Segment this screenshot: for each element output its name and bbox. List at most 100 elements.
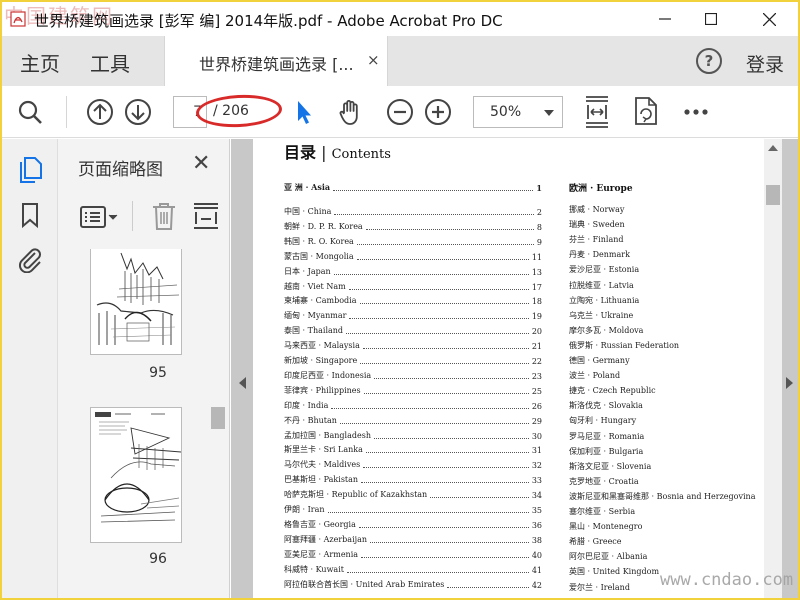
tab-document[interactable]: 世界桥建筑画选录 [... × <box>164 36 388 86</box>
panel-divider <box>132 201 133 231</box>
document-tab-label: 世界桥建筑画选录 [... <box>199 55 354 74</box>
leader-dots <box>356 258 529 260</box>
toc-row: 韩国 · R. O. Korea 9 <box>284 233 542 247</box>
zoom-value: 50% <box>490 104 522 120</box>
toc-row: 泰国 · Thailand 20 <box>284 322 542 336</box>
arrow-up-circle-icon[interactable] <box>86 98 114 126</box>
title-bar: 中国建筑网 世界桥建筑画选录 [彭军 编] 2014年版.pdf - Adobe… <box>2 2 798 36</box>
toc-entry-text: 罗马尼亚 · Romania <box>569 431 645 441</box>
fit-page-icon[interactable] <box>582 95 612 129</box>
leader-dots <box>348 288 529 290</box>
scroll-up-arrow-icon[interactable] <box>768 145 778 151</box>
tab-home[interactable]: 主页 <box>20 48 60 77</box>
toc-entry-text: 格鲁吉亚 · Georgia <box>284 519 356 529</box>
toc-row: 中国 · China 2 <box>284 203 542 217</box>
toc-page-number: 9 <box>536 237 542 247</box>
leader-dots <box>370 541 529 543</box>
leader-dots <box>339 422 529 424</box>
toc-row: 希腊 · Greece <box>569 533 765 547</box>
toc-entry-text: 斯洛文尼亚 · Slovenia <box>569 461 652 471</box>
toc-entry-text: 匈牙利 · Hungary <box>569 416 637 426</box>
leader-dots <box>361 482 529 484</box>
toc-page-number: 33 <box>531 476 542 486</box>
toc-page-number: 21 <box>531 342 542 352</box>
minimize-icon <box>659 18 671 20</box>
toc-row: 罗马尼亚 · Romania <box>569 428 765 442</box>
thumbnails-panel: 页面缩略图 ✕ 95 96 <box>58 139 230 598</box>
leader-dots <box>374 437 529 439</box>
close-window-button[interactable] <box>746 2 792 36</box>
toc-row: 马尔代夫 · Maldives 32 <box>284 456 542 470</box>
plus-circle-icon[interactable] <box>424 98 452 126</box>
acrobat-icon <box>10 11 26 27</box>
toc-page-number: 34 <box>531 491 542 501</box>
toc-entry-text: 挪威 · Norway <box>569 205 625 214</box>
help-button[interactable]: ? <box>696 48 722 74</box>
toc-row: 波斯尼亚和黑塞哥维那 · Bosnia and Herzegovina <box>569 488 765 502</box>
toc-row: 波兰 · Poland <box>569 367 765 381</box>
thumbnail-image <box>95 412 181 523</box>
bookmark-icon[interactable] <box>16 201 44 229</box>
toc-entry-text: 中国 · China <box>284 207 332 216</box>
attachment-icon[interactable] <box>16 245 44 273</box>
leader-dots <box>349 318 529 320</box>
more-icon[interactable] <box>682 98 710 126</box>
toc-row: 拉脱维亚 · Latvia <box>569 277 765 291</box>
toc-row: 蒙古国 · Mongolia 11 <box>284 248 542 262</box>
toc-entry-text: 塞尔维亚 · Serbia <box>569 507 636 516</box>
toc-row: 亚美尼亚 · Armenia 40 <box>284 546 542 560</box>
maximize-button[interactable] <box>688 2 734 36</box>
login-button[interactable]: 登录 <box>746 50 784 77</box>
thumbnail-page-96[interactable] <box>90 407 182 543</box>
tab-tools[interactable]: 工具 <box>90 48 130 77</box>
panel-scroll-thumb[interactable] <box>211 407 225 429</box>
panel-scrollbar[interactable] <box>208 249 228 598</box>
leader-dots <box>362 348 529 350</box>
minimize-button[interactable] <box>642 2 688 36</box>
pointer-arrow-icon[interactable] <box>290 98 318 126</box>
page-thumbnails-icon[interactable] <box>16 155 44 183</box>
thumbnail-page-95[interactable] <box>90 249 182 355</box>
document-view[interactable]: 目录 | Contents 亚 洲 · Asia 1 中国 · China 2 朝鲜… <box>231 139 798 598</box>
toc-page-number: 30 <box>531 431 542 441</box>
previous-page-arrow-icon[interactable] <box>239 377 246 389</box>
chevron-down-icon <box>544 110 554 116</box>
next-page-arrow-icon[interactable] <box>786 377 793 389</box>
leader-dots <box>363 467 529 469</box>
toc-entry-text: 孟加拉国 · Bangladesh <box>284 430 371 440</box>
leader-dots <box>430 497 529 499</box>
toc-heading-cn: 目录 <box>284 143 317 162</box>
toc-page-number: 25 <box>531 386 542 396</box>
toc-entry-text: 俄罗斯 · Russian Federation <box>569 340 680 350</box>
minus-circle-icon[interactable] <box>386 98 414 126</box>
toc-row: 不丹 · Bhutan 29 <box>284 412 542 426</box>
close-tab-button[interactable]: × <box>367 51 380 69</box>
trash-icon[interactable] <box>150 201 178 231</box>
toc-page-number: 22 <box>531 357 542 366</box>
toc-page-number: 20 <box>531 327 542 337</box>
toc-entry-text: 瑞典 · Sweden <box>569 220 625 230</box>
toc-page-number: 19 <box>531 312 542 322</box>
toc-row: 印度尼西亚 · Indonesia 23 <box>284 367 542 381</box>
toc-row: 斯洛伐克 · Slovakia <box>569 397 765 411</box>
hand-icon[interactable] <box>337 98 365 126</box>
toc-entry-text: 印度 · India <box>284 400 329 410</box>
leader-dots <box>365 228 534 230</box>
toc-row: 斯洛文尼亚 · Slovenia <box>569 458 765 472</box>
page-number: 1 <box>536 183 542 193</box>
zoom-select[interactable]: 50% <box>473 96 563 128</box>
toc-entry-text: 爱尔兰 · Ireland <box>569 582 630 592</box>
document-scrollbar[interactable] <box>764 139 782 598</box>
tab-bar: 主页 工具 世界桥建筑画选录 [... × ? 登录 <box>2 36 798 86</box>
toc-row: 柬埔寨 · Cambodia 18 <box>284 292 542 306</box>
options-icon[interactable] <box>80 205 120 229</box>
search-icon[interactable] <box>16 98 44 126</box>
toc-section-europe: 欧洲 · Europe <box>569 184 633 194</box>
leader-dots <box>359 303 529 305</box>
arrow-down-circle-icon[interactable] <box>124 98 152 126</box>
rotate-icon[interactable] <box>632 96 660 126</box>
document-scroll-thumb[interactable] <box>766 185 780 205</box>
extract-page-icon[interactable] <box>192 201 220 231</box>
close-panel-button[interactable]: ✕ <box>192 151 210 176</box>
toc-entry-text: 英国 · United Kingdom <box>569 567 660 577</box>
